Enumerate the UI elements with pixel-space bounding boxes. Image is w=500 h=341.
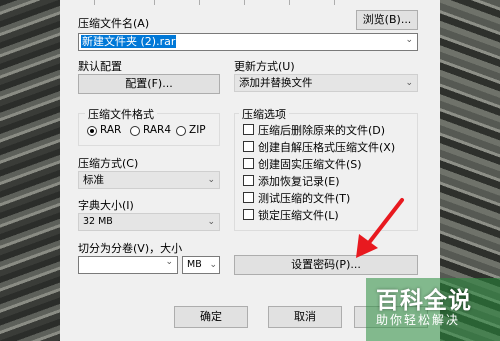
archive-name-input[interactable]: 新建文件夹 (2).rar ⌄ <box>78 33 418 51</box>
option-label: 创建自解压格式压缩文件(X) <box>258 141 396 154</box>
dictionary-size-label: 字典大小(I) <box>78 199 134 212</box>
format-radio-rar[interactable] <box>87 126 97 136</box>
format-label-rar: RAR <box>100 124 122 136</box>
chevron-down-icon: ⌄ <box>209 260 217 270</box>
chevron-down-icon: ⌄ <box>207 217 215 227</box>
options-group: 压缩选项 压缩后删除原来的文件(D) 创建自解压格式压缩文件(X) 创建固实压缩… <box>234 106 418 231</box>
split-volume-label: 切分为分卷(V)，大小 <box>78 242 183 255</box>
option-label: 添加恢复记录(E) <box>258 175 340 188</box>
archive-name-label: 压缩文件名(A) <box>78 17 150 30</box>
watermark-title: 百科全说 <box>376 288 472 314</box>
option-label: 创建固实压缩文件(S) <box>258 158 362 171</box>
format-radio-rar4[interactable] <box>130 126 140 136</box>
format-label-rar4: RAR4 <box>143 124 172 136</box>
update-mode-label: 更新方式(U) <box>234 60 295 73</box>
compression-method-label: 压缩方式(C) <box>78 157 139 170</box>
set-password-button[interactable]: 设置密码(P)... <box>234 255 418 275</box>
option-checkbox[interactable] <box>243 175 254 186</box>
default-profile-label: 默认配置 <box>78 60 122 73</box>
chevron-down-icon: ⌄ <box>405 78 413 88</box>
option-checkbox[interactable] <box>243 141 254 152</box>
cancel-button[interactable]: 取消 <box>268 306 342 328</box>
update-mode-select[interactable]: 添加并替换文件 ⌄ <box>234 74 418 92</box>
background-rock-left <box>0 0 60 341</box>
chevron-down-icon[interactable]: ⌄ <box>165 257 173 267</box>
compression-method-value: 标准 <box>83 174 104 186</box>
compression-method-select[interactable]: 标准 ⌄ <box>78 171 220 189</box>
option-label: 压缩后删除原来的文件(D) <box>258 124 386 137</box>
update-mode-value: 添加并替换文件 <box>239 77 313 89</box>
options-group-title: 压缩选项 <box>239 106 289 122</box>
ok-button[interactable]: 确定 <box>174 306 248 328</box>
profile-button[interactable]: 配置(F)... <box>78 74 220 94</box>
option-checkbox[interactable] <box>243 209 254 220</box>
watermark-subtitle: 助你轻松解决 <box>376 313 461 327</box>
dictionary-size-value: 32 MB <box>83 216 113 227</box>
split-unit-select[interactable]: MB ⌄ <box>182 256 220 274</box>
option-checkbox[interactable] <box>243 124 254 135</box>
option-checkbox[interactable] <box>243 192 254 203</box>
chevron-down-icon[interactable]: ⌄ <box>405 35 413 45</box>
split-unit-value: MB <box>187 259 202 270</box>
dictionary-size-select[interactable]: 32 MB ⌄ <box>78 213 220 231</box>
format-group-title: 压缩文件格式 <box>85 106 157 122</box>
option-label: 锁定压缩文件(L) <box>258 209 339 222</box>
format-radio-zip[interactable] <box>176 126 186 136</box>
archive-name-value: 新建文件夹 (2).rar <box>81 35 177 48</box>
option-checkbox[interactable] <box>243 158 254 169</box>
format-label-zip: ZIP <box>189 124 206 136</box>
browse-button[interactable]: 浏览(B)... <box>356 10 418 30</box>
format-group: 压缩文件格式 RAR RAR4 ZIP <box>78 106 220 146</box>
split-size-input[interactable]: ⌄ <box>78 256 178 274</box>
tab-strip <box>60 0 440 6</box>
chevron-down-icon: ⌄ <box>207 175 215 185</box>
option-label: 测试压缩的文件(T) <box>258 192 351 205</box>
